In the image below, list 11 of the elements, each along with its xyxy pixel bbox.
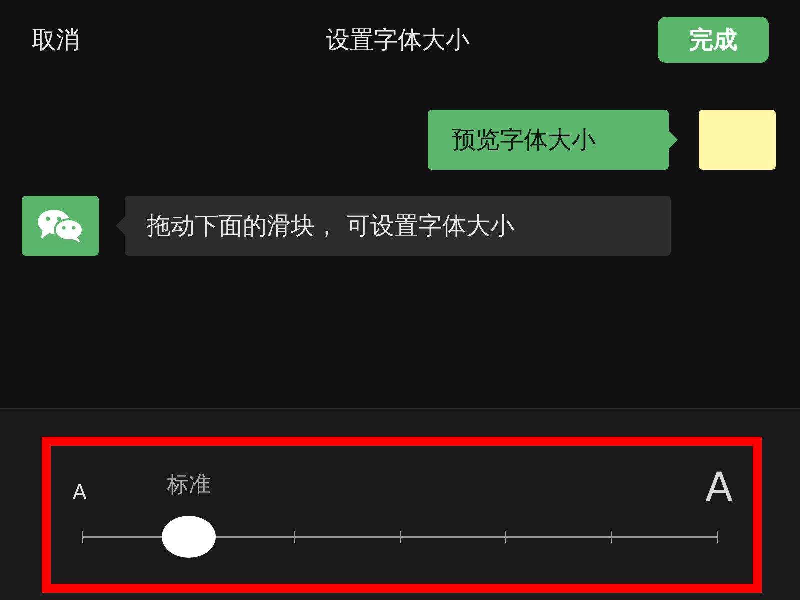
message-bubble: 预览字体大小 xyxy=(428,110,669,170)
cancel-button[interactable]: 取消 xyxy=(32,24,80,56)
bubble-tail xyxy=(116,217,125,235)
large-font-label: A xyxy=(706,468,733,508)
chat-bubbles-icon xyxy=(36,209,84,243)
page-title: 设置字体大小 xyxy=(325,25,471,56)
current-size-label: 标准 xyxy=(166,472,211,500)
message-bubble: 拖动下面的滑块， 可设置字体大小 xyxy=(125,196,671,256)
small-font-label: A xyxy=(73,482,87,502)
bubble-tail xyxy=(669,131,678,149)
slider-thumb[interactable] xyxy=(162,516,216,558)
